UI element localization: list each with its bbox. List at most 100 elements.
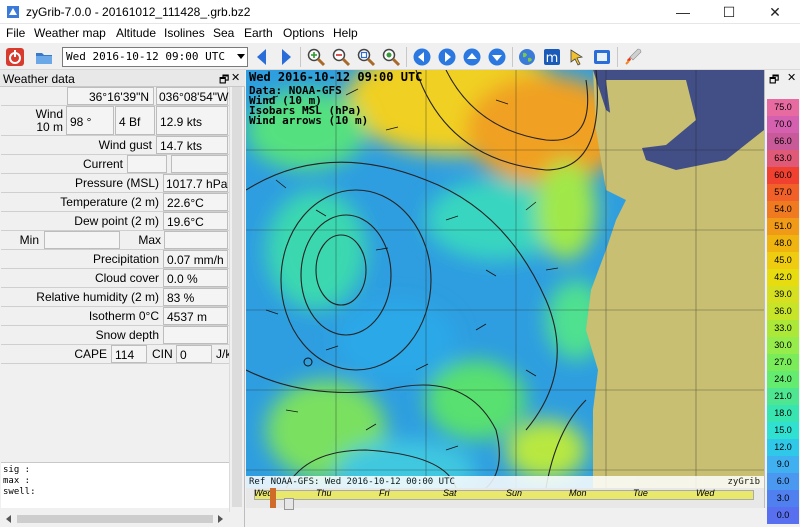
timeline[interactable]: Wed Thu Fri Sat Sun Mon Tue Wed — [246, 488, 764, 508]
temperature-row: Temperature (2 m) 22.6°C — [1, 193, 229, 212]
precipitation-value: 0.07 mm/h — [163, 250, 228, 268]
power-icon[interactable] — [5, 47, 25, 67]
zoom-out-icon[interactable] — [331, 47, 351, 67]
legend-swatch: 66.0 — [767, 133, 799, 150]
scroll-right-icon[interactable] — [217, 514, 225, 524]
legend-swatch: 24.0 — [767, 371, 799, 388]
board-icon[interactable] — [592, 47, 612, 67]
timeline-day: Thu — [316, 488, 332, 498]
menu-bar: File Weather map Altitude Isolines Sea E… — [0, 24, 800, 43]
zygrib-brand: zyGrib — [727, 477, 760, 487]
wind-gust-value: 14.7 kts — [156, 136, 228, 154]
menu-sea[interactable]: Sea — [213, 26, 234, 40]
window-title: zyGrib-7.0.0 - 20161012_111428_.grb.bz2 — [26, 5, 251, 19]
legend-swatch: 63.0 — [767, 150, 799, 167]
min-max-row: Min Max — [1, 231, 229, 250]
isotherm-row: Isotherm 0°C 4537 m — [1, 307, 229, 326]
current-speed-value — [171, 155, 228, 173]
wind-beaufort-value: 4 Bf — [115, 106, 155, 135]
isotherm-label: Isotherm 0°C — [88, 309, 159, 323]
menu-weather-map[interactable]: Weather map — [34, 26, 106, 40]
rocket-icon[interactable] — [623, 47, 643, 67]
pressure-row: Pressure (MSL) 1017.7 hPa — [1, 174, 229, 193]
weather-map[interactable]: Wed 2016-10-12 09:00 UTC Data: NOAA-GFS … — [246, 70, 764, 488]
menu-options[interactable]: Options — [283, 26, 324, 40]
legend-swatch: 42.0 — [767, 269, 799, 286]
panel-vertical-scrollbar[interactable] — [229, 87, 243, 512]
chevron-down-icon — [237, 54, 245, 59]
latitude-value: 36°16'39"N — [67, 87, 154, 105]
cloud-cover-value: 0.0 % — [163, 269, 228, 287]
scrollbar-thumb[interactable] — [232, 87, 242, 507]
legend-swatch: 57.0 — [767, 184, 799, 201]
current-row: Current — [1, 155, 229, 174]
minimize-button[interactable]: — — [660, 0, 706, 24]
scrollbar-thumb[interactable] — [17, 515, 213, 523]
pressure-value: 1017.7 hPa — [163, 174, 228, 192]
legend-swatch: 45.0 — [767, 252, 799, 269]
weather-data-header: Weather data 🗗 ✕ — [0, 70, 245, 87]
timeline-current-marker — [270, 488, 276, 508]
zoom-in-icon[interactable] — [306, 47, 326, 67]
legend-swatch: 48.0 — [767, 235, 799, 252]
isotherm-value: 4537 m — [163, 307, 228, 325]
zygrib-app-icon — [7, 6, 19, 18]
menu-altitude[interactable]: Altitude — [116, 26, 156, 40]
pointer-icon[interactable] — [567, 47, 587, 67]
menu-isolines[interactable]: Isolines — [164, 26, 205, 40]
legend-swatch: 27.0 — [767, 354, 799, 371]
legend-swatch: 6.0 — [767, 473, 799, 490]
maximize-button[interactable]: ☐ — [706, 0, 752, 24]
cin-value: 0 — [176, 345, 212, 363]
zoom-area-icon[interactable] — [356, 47, 376, 67]
pressure-label: Pressure (MSL) — [74, 176, 159, 190]
legend-swatch: 21.0 — [767, 388, 799, 405]
timeline-day: Sat — [443, 488, 457, 498]
svg-text:m: m — [546, 51, 559, 66]
close-button[interactable]: ✕ — [752, 0, 798, 24]
scroll-left-icon[interactable] — [4, 514, 12, 524]
date-selector[interactable]: Wed 2016-10-12 09:00 UTC — [62, 47, 248, 67]
menu-earth[interactable]: Earth — [244, 26, 273, 40]
zoom-all-icon[interactable] — [381, 47, 401, 67]
menu-help[interactable]: Help — [333, 26, 358, 40]
legend-swatch: 33.0 — [767, 320, 799, 337]
timeline-day: Fri — [379, 488, 390, 498]
wind-field-map[interactable] — [246, 70, 764, 488]
min-value — [44, 231, 120, 249]
arrow-down-icon[interactable] — [487, 47, 507, 67]
previous-time-icon[interactable] — [252, 47, 272, 67]
toolbar-separator — [406, 47, 407, 67]
globe-icon[interactable] — [517, 47, 537, 67]
legend-swatch: 30.0 — [767, 337, 799, 354]
current-direction-value — [127, 155, 167, 173]
timeline-day: Sun — [506, 488, 523, 498]
cloud-cover-label: Cloud cover — [94, 271, 159, 285]
panel-horizontal-scrollbar[interactable] — [1, 512, 229, 526]
next-time-icon[interactable] — [276, 47, 296, 67]
timeline-day: Wed — [696, 488, 715, 498]
arrow-left-icon[interactable] — [412, 47, 432, 67]
menu-file[interactable]: File — [6, 26, 25, 40]
open-file-icon[interactable] — [34, 47, 54, 67]
toolbar-separator — [617, 47, 618, 67]
max-label: Max — [138, 233, 161, 247]
temperature-value: 22.6°C — [163, 193, 228, 211]
arrow-up-icon[interactable] — [462, 47, 482, 67]
toolbar-separator — [512, 47, 513, 67]
precipitation-row: Precipitation 0.07 mm/h — [1, 250, 229, 269]
dew-point-label: Dew point (2 m) — [74, 214, 159, 228]
arrow-right-icon[interactable] — [437, 47, 457, 67]
toolbar-separator — [300, 47, 301, 67]
timeline-slider-thumb[interactable] — [284, 498, 294, 510]
float-legend-icon[interactable]: 🗗 — [769, 71, 779, 90]
close-panel-icon[interactable]: ✕ — [231, 71, 240, 84]
legend-swatch: 75.0 — [767, 99, 799, 116]
close-legend-icon[interactable]: ✕ — [787, 71, 796, 84]
weather-data-rows: 36°16'39"N 036°08'54"W Wind 10 m 98 ° 4 B… — [1, 87, 229, 477]
min-label: Min — [19, 233, 39, 247]
wind-gust-row: Wind gust 14.7 kts — [1, 136, 229, 155]
meteotable-icon[interactable]: m — [542, 47, 562, 67]
legend-swatch: 54.0 — [767, 201, 799, 218]
snow-depth-row: Snow depth — [1, 326, 229, 345]
